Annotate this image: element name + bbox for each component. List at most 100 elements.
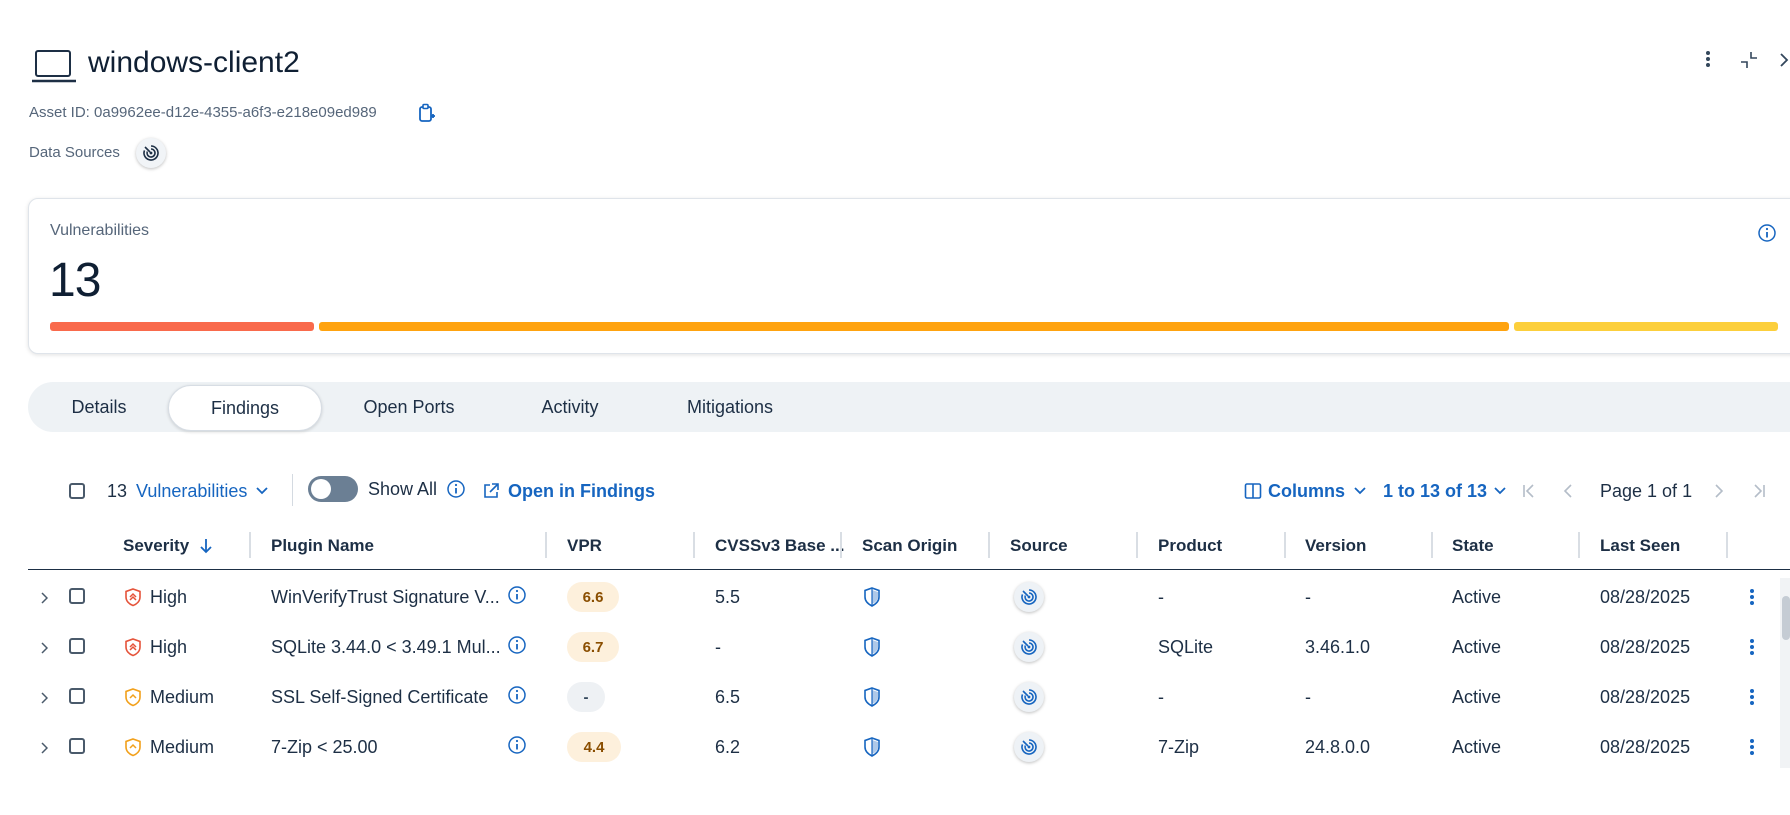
column-resize-handle[interactable]	[1136, 532, 1138, 558]
nessus-source-icon[interactable]	[1014, 632, 1044, 662]
more-vertical-icon[interactable]	[1698, 48, 1718, 70]
column-header-version[interactable]: Version	[1305, 534, 1366, 558]
vulnerabilities-dropdown[interactable]: Vulnerabilities	[136, 478, 269, 504]
column-header-vpr[interactable]: VPR	[567, 534, 602, 558]
column-resize-handle[interactable]	[1284, 532, 1286, 558]
info-icon[interactable]	[507, 734, 527, 756]
open-in-findings-link[interactable]: Open in Findings	[482, 478, 655, 504]
medium-severity-bar[interactable]	[1514, 322, 1778, 331]
scan-origin-shield-icon	[862, 634, 882, 660]
cvss-cell: 6.5	[715, 686, 741, 707]
row-checkbox[interactable]	[69, 738, 85, 754]
table-scrollbar-thumb[interactable]	[1782, 596, 1790, 640]
nessus-source-icon[interactable]	[1014, 732, 1044, 762]
tab-open-ports[interactable]: Open Ports	[352, 382, 466, 432]
column-resize-handle[interactable]	[693, 532, 695, 558]
column-header-state[interactable]: State	[1452, 534, 1494, 558]
last-seen-cell: 08/28/2025	[1600, 736, 1691, 757]
row-checkbox[interactable]	[69, 588, 85, 604]
expand-row-icon[interactable]	[36, 636, 52, 660]
toggle-knob	[311, 479, 331, 499]
chevron-right-icon[interactable]	[1778, 48, 1790, 72]
plugin-name-cell[interactable]: WinVerifyTrust Signature V...	[271, 582, 500, 612]
row-actions-icon[interactable]	[1744, 634, 1760, 660]
chevron-down-icon	[1493, 486, 1507, 496]
column-resize-handle[interactable]	[249, 532, 251, 558]
laptop-icon	[32, 48, 76, 84]
critical-severity-bar[interactable]	[50, 322, 314, 331]
column-header-plugin-name[interactable]: Plugin Name	[271, 534, 374, 558]
cvss-cell: 6.2	[715, 736, 741, 757]
nessus-source-icon[interactable]	[1014, 682, 1044, 712]
show-all-toggle[interactable]	[308, 476, 358, 502]
show-all-label: Show All	[368, 478, 438, 499]
vpr-badge: 6.7	[567, 632, 619, 662]
last-seen-cell: 08/28/2025	[1600, 636, 1691, 657]
column-header-severity[interactable]: Severity	[123, 534, 213, 558]
product-cell: SQLite	[1158, 636, 1214, 657]
last-seen-cell: 08/28/2025	[1600, 586, 1691, 607]
sort-desc-icon	[199, 538, 213, 554]
page-range-dropdown[interactable]: 1 to 13 of 13	[1383, 478, 1507, 504]
toolbar-divider	[292, 474, 293, 506]
row-actions-icon[interactable]	[1744, 734, 1760, 760]
page-range-label: 1 to 13 of 13	[1383, 480, 1488, 501]
nessus-source-icon[interactable]	[136, 138, 166, 168]
column-resize-handle[interactable]	[1726, 532, 1728, 558]
state-cell: Active	[1452, 736, 1502, 757]
column-header-source[interactable]: Source	[1010, 534, 1068, 558]
expand-row-icon[interactable]	[36, 736, 52, 760]
tab-findings[interactable]: Findings	[168, 385, 322, 431]
collapse-icon[interactable]	[1737, 48, 1761, 72]
expand-row-icon[interactable]	[36, 586, 52, 610]
first-page-icon[interactable]	[1520, 480, 1538, 502]
row-actions-icon[interactable]	[1744, 684, 1760, 710]
column-header-cvss[interactable]: CVSSv3 Base ...	[715, 534, 844, 558]
next-page-icon[interactable]	[1710, 480, 1728, 502]
severity-cell: High	[124, 582, 187, 612]
copy-icon[interactable]	[416, 102, 438, 124]
column-header-product[interactable]: Product	[1158, 534, 1222, 558]
column-resize-handle[interactable]	[988, 532, 990, 558]
chevron-down-icon	[1353, 486, 1367, 496]
external-link-icon	[482, 482, 500, 500]
info-icon[interactable]	[507, 634, 527, 656]
last-seen-cell: 08/28/2025	[1600, 686, 1691, 707]
state-cell: Active	[1452, 686, 1502, 707]
chevron-down-icon	[255, 486, 269, 496]
row-checkbox[interactable]	[69, 638, 85, 654]
columns-button[interactable]: Columns	[1244, 478, 1367, 504]
column-resize-handle[interactable]	[840, 532, 842, 558]
columns-label: Columns	[1268, 480, 1346, 501]
vulnerabilities-card-label: Vulnerabilities	[50, 222, 150, 239]
vulnerability-count: 13	[107, 480, 128, 501]
column-resize-handle[interactable]	[1431, 532, 1433, 558]
plugin-name-cell[interactable]: 7-Zip < 25.00	[271, 732, 378, 762]
info-icon[interactable]	[446, 478, 466, 500]
table-header-divider	[28, 569, 1790, 570]
tab-activity[interactable]: Activity	[530, 382, 610, 432]
column-resize-handle[interactable]	[1578, 532, 1580, 558]
row-checkbox[interactable]	[69, 688, 85, 704]
severity-label: Medium	[150, 686, 215, 707]
high-severity-bar[interactable]	[319, 322, 1509, 331]
nessus-source-icon[interactable]	[1014, 582, 1044, 612]
last-page-icon[interactable]	[1750, 480, 1768, 502]
expand-row-icon[interactable]	[36, 686, 52, 710]
previous-page-icon[interactable]	[1559, 480, 1577, 502]
state-cell: Active	[1452, 586, 1502, 607]
vulnerabilities-count: 13	[49, 254, 101, 307]
info-icon[interactable]	[1756, 222, 1778, 244]
plugin-name-cell[interactable]: SQLite 3.44.0 < 3.49.1 Mul...	[271, 632, 501, 662]
row-actions-icon[interactable]	[1744, 584, 1760, 610]
plugin-name-cell[interactable]: SSL Self-Signed Certificate	[271, 682, 488, 712]
info-icon[interactable]	[507, 584, 527, 606]
column-header-scan-origin[interactable]: Scan Origin	[862, 534, 957, 558]
column-resize-handle[interactable]	[545, 532, 547, 558]
tab-details[interactable]: Details	[58, 382, 140, 432]
info-icon[interactable]	[507, 684, 527, 706]
select-all-checkbox[interactable]	[69, 483, 85, 499]
severity-cell: High	[124, 632, 187, 662]
column-header-last-seen[interactable]: Last Seen	[1600, 534, 1680, 558]
tab-mitigations[interactable]: Mitigations	[676, 382, 784, 432]
